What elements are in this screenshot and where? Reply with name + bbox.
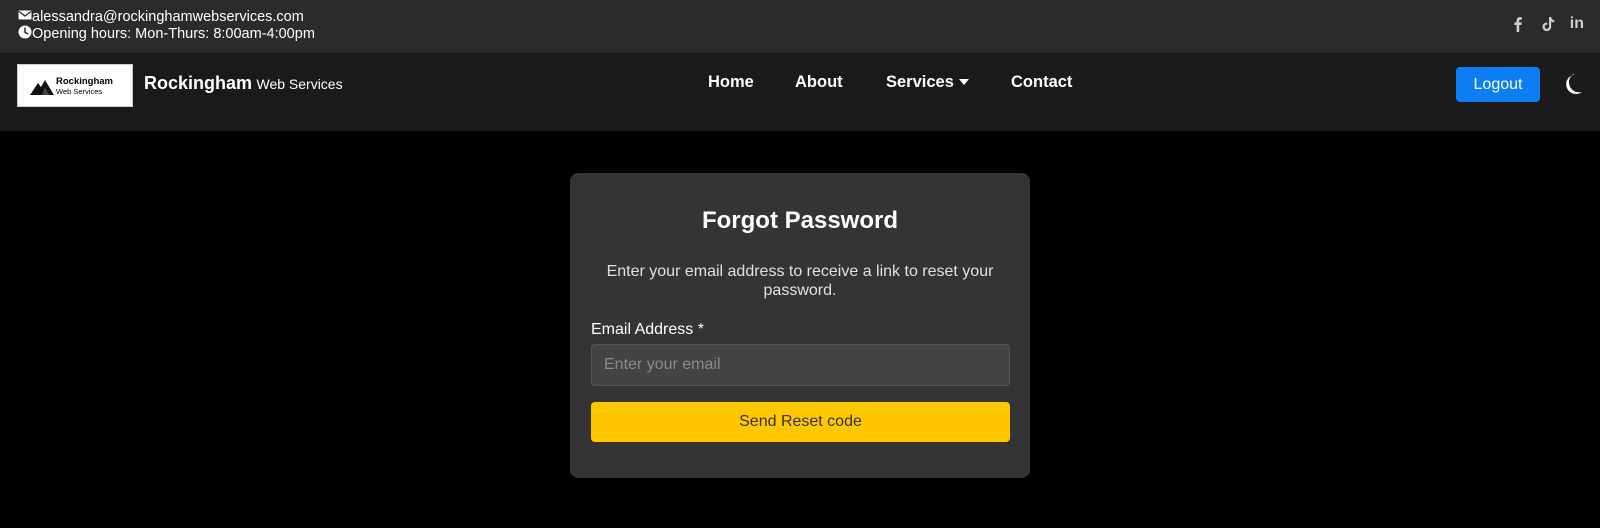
contact-email[interactable]: alessandra@rockinghamwebservices.com xyxy=(32,9,304,26)
tiktok-icon[interactable] xyxy=(1540,16,1556,32)
logout-button[interactable]: Logout xyxy=(1456,67,1540,102)
caret-down-icon xyxy=(958,79,969,85)
form-description: Enter your email address to receive a li… xyxy=(606,263,994,299)
logo-subtitle: Web Services xyxy=(56,87,103,96)
site-logo[interactable]: Rockingham Web Services xyxy=(17,64,133,107)
top-info-bar: alessandra@rockinghamwebservices.com Ope… xyxy=(0,0,1600,53)
main-navbar: Rockingham Web Services Rockingham Web S… xyxy=(0,53,1600,131)
send-reset-code-button[interactable]: Send Reset code xyxy=(591,402,1010,442)
nav-item-services-label: Services xyxy=(886,73,954,91)
form-title: Forgot Password xyxy=(701,207,899,234)
moon-icon[interactable] xyxy=(1564,72,1588,96)
nav-item-home[interactable]: Home xyxy=(708,73,754,92)
site-brand[interactable]: Rockingham Web Services xyxy=(144,73,343,94)
nav-item-services[interactable]: Services xyxy=(886,73,969,92)
email-field[interactable] xyxy=(591,344,1010,386)
email-label: Email Address * xyxy=(591,321,704,338)
mountain-logo-icon xyxy=(30,80,54,95)
brand-subtitle: Web Services xyxy=(256,76,343,92)
brand-name: Rockingham xyxy=(144,73,253,93)
facebook-icon[interactable] xyxy=(1510,16,1526,32)
logo-name: Rockingham xyxy=(56,76,114,87)
clock-icon xyxy=(18,25,32,44)
social-links: in xyxy=(1510,15,1584,33)
opening-hours: Opening hours: Mon-Thurs: 8:00am-4:00pm xyxy=(32,26,315,42)
forgot-password-card: Forgot Password Enter your email address… xyxy=(570,173,1030,478)
nav-item-about[interactable]: About xyxy=(795,73,843,92)
linkedin-icon[interactable]: in xyxy=(1570,15,1584,33)
opening-hours-line: Opening hours: Mon-Thurs: 8:00am-4:00pm xyxy=(18,25,315,44)
nav-item-contact[interactable]: Contact xyxy=(1011,73,1072,92)
